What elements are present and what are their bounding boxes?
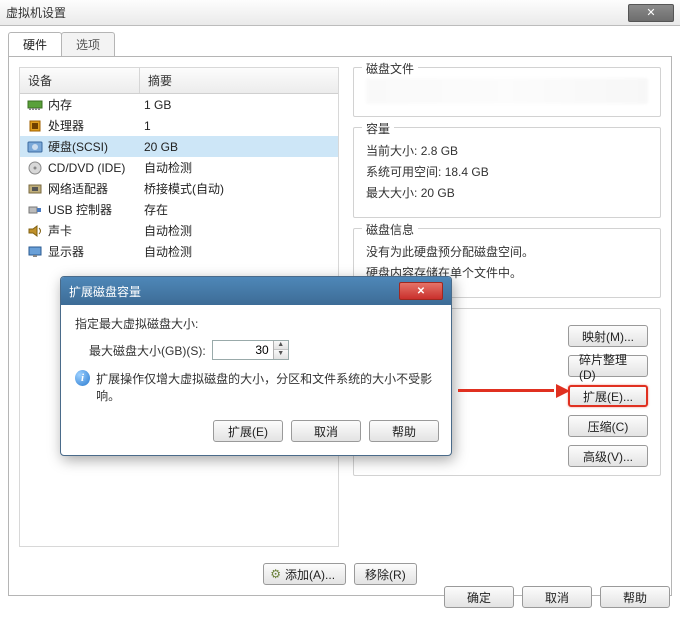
map-button[interactable]: 映射(M)... — [568, 325, 648, 347]
disk-icon — [26, 140, 44, 154]
hardware-row[interactable]: 声卡自动检测 — [20, 220, 338, 241]
group-label-disk-file: 磁盘文件 — [362, 60, 418, 77]
remove-hardware-button[interactable]: 移除(R) — [354, 563, 417, 585]
info-icon: i — [75, 370, 90, 386]
hardware-name: 处理器 — [48, 117, 144, 134]
window-close-button[interactable]: ✕ — [628, 4, 674, 22]
add-hardware-label: 添加(A)... — [285, 566, 335, 583]
memory-icon — [26, 99, 44, 111]
hardware-name: USB 控制器 — [48, 201, 144, 218]
expand-help-button[interactable]: 帮助 — [369, 420, 439, 442]
hardware-row[interactable]: 硬盘(SCSI)20 GB — [20, 136, 338, 157]
dialog-footer: 确定 取消 帮助 — [444, 586, 670, 608]
col-device[interactable]: 设备 — [20, 68, 140, 93]
max-size-spinner[interactable]: ▲ ▼ — [212, 340, 289, 360]
hardware-row[interactable]: CD/DVD (IDE)自动检测 — [20, 157, 338, 178]
advanced-button[interactable]: 高级(V)... — [568, 445, 648, 467]
disk-file-path-field[interactable] — [366, 78, 648, 104]
cap-max-label: 最大大小: — [366, 186, 417, 200]
hardware-row[interactable]: 处理器1 — [20, 115, 338, 136]
expand-dialog-title: 扩展磁盘容量 — [69, 283, 141, 300]
hardware-summary: 自动检测 — [144, 159, 332, 176]
spinner-down-icon[interactable]: ▼ — [274, 350, 288, 359]
add-remove-bar: ⚙ 添加(A)... 移除(R) — [9, 563, 671, 585]
tab-strip: 硬件 选项 — [0, 26, 680, 56]
hardware-summary: 桥接模式(自动) — [144, 180, 332, 197]
hardware-summary: 自动检测 — [144, 243, 332, 260]
hardware-list-header: 设备 摘要 — [20, 68, 338, 94]
expand-legend: 指定最大虚拟磁盘大小: — [75, 315, 437, 332]
expand-info-text: 扩展操作仅增大虚拟磁盘的大小，分区和文件系统的大小不受影响。 — [96, 370, 437, 404]
cap-max-value: 20 GB — [421, 186, 455, 200]
diskinfo-line1: 没有为此硬盘预分配磁盘空间。 — [366, 243, 648, 260]
cap-free-value: 18.4 GB — [445, 165, 489, 179]
tab-options[interactable]: 选项 — [61, 32, 115, 56]
optical-icon — [26, 160, 44, 176]
hardware-name: 声卡 — [48, 222, 144, 239]
group-capacity: 容量 当前大小: 2.8 GB 系统可用空间: 18.4 GB 最大大小: 20… — [353, 127, 661, 218]
cpu-icon — [26, 118, 44, 134]
expand-dialog-close-button[interactable]: ✕ — [399, 282, 443, 300]
hardware-summary: 1 — [144, 119, 332, 133]
expand-dialog-titlebar: 扩展磁盘容量 ✕ — [61, 277, 451, 305]
help-button[interactable]: 帮助 — [600, 586, 670, 608]
max-size-label: 最大磁盘大小(GB)(S): — [89, 342, 206, 359]
nic-icon — [26, 182, 44, 196]
hardware-name: 内存 — [48, 96, 144, 113]
window-titlebar: 虚拟机设置 ✕ — [0, 0, 680, 26]
hardware-row[interactable]: 显示器自动检测 — [20, 241, 338, 262]
cap-current-value: 2.8 GB — [421, 144, 458, 158]
group-label-disk-info: 磁盘信息 — [362, 221, 418, 238]
hardware-summary: 存在 — [144, 201, 332, 218]
expand-button[interactable]: 扩展(E)... — [568, 385, 648, 407]
tab-hardware[interactable]: 硬件 — [8, 32, 62, 56]
hardware-name: 网络适配器 — [48, 180, 144, 197]
hardware-name: 硬盘(SCSI) — [48, 138, 144, 155]
hardware-row[interactable]: 内存1 GB — [20, 94, 338, 115]
cap-current-label: 当前大小: — [366, 144, 417, 158]
add-hardware-button[interactable]: ⚙ 添加(A)... — [263, 563, 346, 585]
hardware-row[interactable]: USB 控制器存在 — [20, 199, 338, 220]
hardware-row[interactable]: 网络适配器桥接模式(自动) — [20, 178, 338, 199]
group-disk-file: 磁盘文件 — [353, 67, 661, 117]
sound-icon — [26, 224, 44, 238]
hardware-name: 显示器 — [48, 243, 144, 260]
group-label-capacity: 容量 — [362, 120, 394, 137]
hardware-summary: 20 GB — [144, 140, 332, 154]
ok-button[interactable]: 确定 — [444, 586, 514, 608]
expand-cancel-button[interactable]: 取消 — [291, 420, 361, 442]
window-title: 虚拟机设置 — [6, 4, 66, 21]
defrag-button[interactable]: 碎片整理(D) — [568, 355, 648, 377]
hardware-summary: 1 GB — [144, 98, 332, 112]
expand-dialog: 扩展磁盘容量 ✕ 指定最大虚拟磁盘大小: 最大磁盘大小(GB)(S): ▲ ▼ … — [60, 276, 452, 456]
hardware-name: CD/DVD (IDE) — [48, 161, 144, 175]
spinner-up-icon[interactable]: ▲ — [274, 341, 288, 350]
usb-icon — [26, 204, 44, 216]
cancel-button[interactable]: 取消 — [522, 586, 592, 608]
compress-button[interactable]: 压缩(C) — [568, 415, 648, 437]
expand-confirm-button[interactable]: 扩展(E) — [213, 420, 283, 442]
hardware-summary: 自动检测 — [144, 222, 332, 239]
max-size-input[interactable] — [213, 341, 273, 359]
display-icon — [26, 245, 44, 259]
col-summary[interactable]: 摘要 — [140, 68, 338, 93]
cap-free-label: 系统可用空间: — [366, 165, 441, 179]
gear-icon: ⚙ — [270, 567, 281, 581]
